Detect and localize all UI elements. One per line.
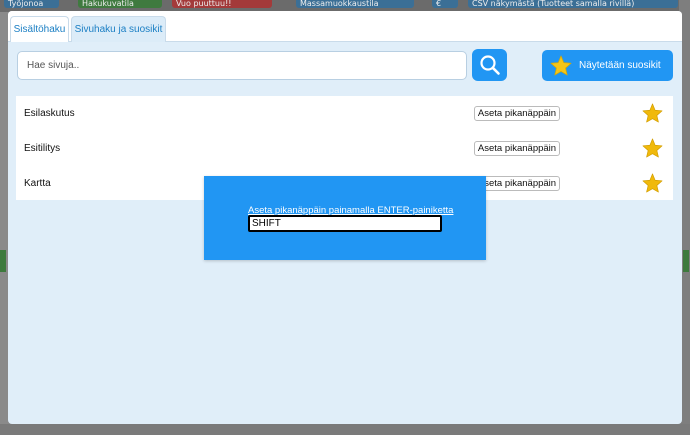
bg-toolbar-button: Työjonoa <box>4 0 59 8</box>
search-icon <box>479 54 501 76</box>
page-name: Esilaskutus <box>24 108 75 119</box>
shortcut-dialog: Aseta pikanäppäin painamalla ENTER-paini… <box>204 176 486 260</box>
list-item: Esilaskutus Aseta pikanäppäin <box>16 96 673 131</box>
favorite-star-icon[interactable] <box>642 138 663 162</box>
show-favorites-label: Näytetään suosikit <box>579 60 661 71</box>
list-item: Esitilitys Aseta pikanäppäin <box>16 131 673 166</box>
bg-toolbar-button: Hakukuvatila <box>78 0 162 8</box>
background-strip <box>0 250 6 272</box>
star-icon <box>550 55 572 76</box>
tab-bar: Sisältöhaku Sivuhaku ja suosikit <box>8 11 682 42</box>
set-shortcut-button[interactable]: Aseta pikanäppäin <box>474 141 560 156</box>
search-button[interactable] <box>472 49 507 81</box>
bg-toolbar-button: Massamuokkaustila <box>296 0 414 8</box>
background-strip <box>683 250 689 272</box>
bg-toolbar-button: Vuo puuttuu!! <box>172 0 272 8</box>
show-favorites-button[interactable]: Näytetään suosikit <box>542 50 673 81</box>
page-search-input[interactable] <box>17 51 467 80</box>
set-shortcut-button[interactable]: Aseta pikanäppäin <box>474 176 560 191</box>
bg-toolbar-button: CSV näkymästä (Tuotteet samalla rivillä) <box>468 0 678 8</box>
favorite-star-icon[interactable] <box>642 173 663 197</box>
favorite-star-icon[interactable] <box>642 103 663 127</box>
page-name: Kartta <box>24 178 51 189</box>
tab-content-search[interactable]: Sisältöhaku <box>10 16 69 42</box>
shortcut-key-input[interactable] <box>248 215 442 232</box>
background-footer <box>0 424 690 435</box>
bg-toolbar-button: € <box>432 0 458 8</box>
tab-page-search-favorites[interactable]: Sivuhaku ja suosikit <box>71 16 166 42</box>
page-name: Esitilitys <box>24 143 61 154</box>
set-shortcut-button[interactable]: Aseta pikanäppäin <box>474 106 560 121</box>
